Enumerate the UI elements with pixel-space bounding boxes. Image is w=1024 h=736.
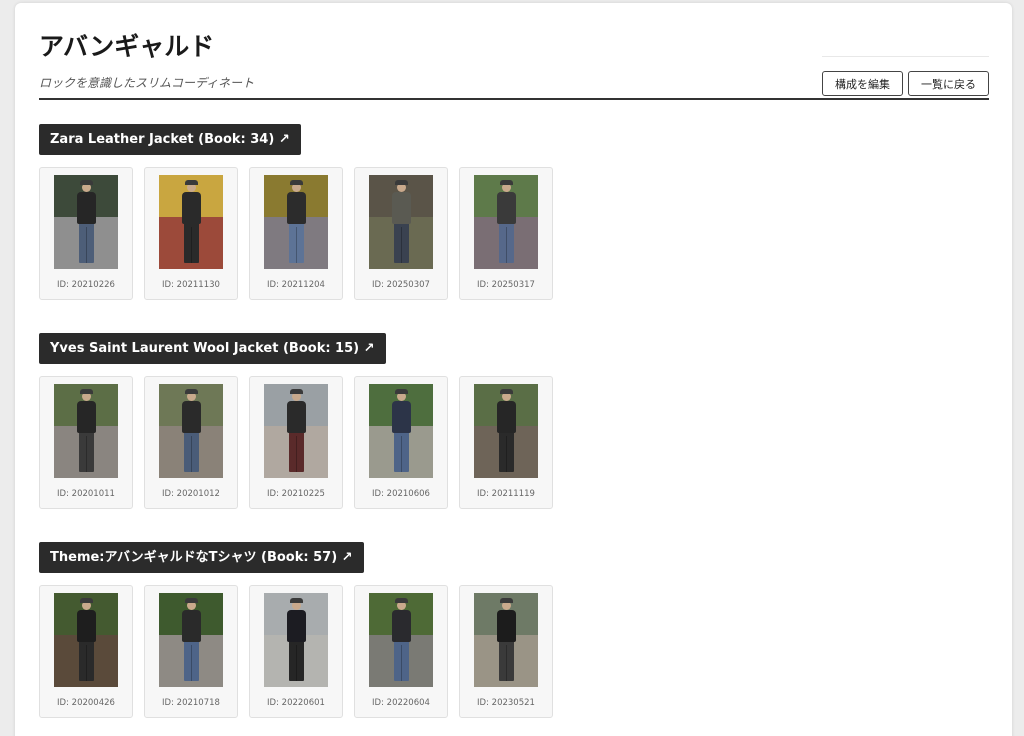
header-divider <box>822 56 989 57</box>
look-id-label: ID: 20230521 <box>477 698 535 708</box>
look-id-label: ID: 20250317 <box>477 280 535 290</box>
look-card[interactable]: ID: 20201012 <box>144 376 238 509</box>
look-id-label: ID: 20210606 <box>372 489 430 499</box>
page-subtitle: ロックを意識したスリムコーディネート <box>39 76 255 90</box>
look-id-label: ID: 20201011 <box>57 489 115 499</box>
page-header: アバンギャルド ロックを意識したスリムコーディネート 構成を編集 一覧に戻る <box>39 25 989 100</box>
look-card[interactable]: ID: 20200426 <box>39 585 133 718</box>
section-theme-avantgarde-tshirt: Theme:アバンギャルドなTシャツ (Book: 57) ↗ ID: 2020… <box>39 542 989 718</box>
outfit-photo[interactable] <box>369 593 433 687</box>
outfit-photo[interactable] <box>159 175 223 269</box>
outfit-photo[interactable] <box>474 593 538 687</box>
page-title: アバンギャルド <box>39 32 215 61</box>
look-card[interactable]: ID: 20211204 <box>249 167 343 300</box>
look-id-label: ID: 20210226 <box>57 280 115 290</box>
look-id-label: ID: 20200426 <box>57 698 115 708</box>
look-id-label: ID: 20210718 <box>162 698 220 708</box>
look-card[interactable]: ID: 20210606 <box>354 376 448 509</box>
look-id-label: ID: 20211204 <box>267 280 325 290</box>
outfit-photo[interactable] <box>369 384 433 478</box>
look-id-label: ID: 20250307 <box>372 280 430 290</box>
section-title-link[interactable]: Yves Saint Laurent Wool Jacket (Book: 15… <box>39 333 386 364</box>
outfit-photo[interactable] <box>369 175 433 269</box>
look-card[interactable]: ID: 20250317 <box>459 167 553 300</box>
look-id-label: ID: 20201012 <box>162 489 220 499</box>
look-card[interactable]: ID: 20220604 <box>354 585 448 718</box>
look-card[interactable]: ID: 20210225 <box>249 376 343 509</box>
section-zara-leather-jacket: Zara Leather Jacket (Book: 34) ↗ ID: 202… <box>39 124 989 300</box>
outfit-photo[interactable] <box>474 384 538 478</box>
look-id-label: ID: 20211130 <box>162 280 220 290</box>
outfit-photo[interactable] <box>54 384 118 478</box>
look-grid: ID: 20201011 ID: 20201012 ID: 20210225 ID: … <box>39 376 989 509</box>
outfit-photo[interactable] <box>264 593 328 687</box>
section-ysl-wool-jacket: Yves Saint Laurent Wool Jacket (Book: 15… <box>39 333 989 509</box>
back-to-list-button[interactable]: 一覧に戻る <box>908 71 989 96</box>
look-card[interactable]: ID: 20220601 <box>249 585 343 718</box>
outfit-photo[interactable] <box>264 384 328 478</box>
outfit-photo[interactable] <box>159 593 223 687</box>
look-id-label: ID: 20220601 <box>267 698 325 708</box>
look-id-label: ID: 20210225 <box>267 489 325 499</box>
look-card[interactable]: ID: 20210718 <box>144 585 238 718</box>
outfit-photo[interactable] <box>474 175 538 269</box>
look-grid: ID: 20200426 ID: 20210718 ID: 20220601 ID: … <box>39 585 989 718</box>
section-title-link[interactable]: Theme:アバンギャルドなTシャツ (Book: 57) ↗ <box>39 542 364 573</box>
outfit-photo[interactable] <box>264 175 328 269</box>
look-id-label: ID: 20220604 <box>372 698 430 708</box>
look-card[interactable]: ID: 20250307 <box>354 167 448 300</box>
look-card[interactable]: ID: 20210226 <box>39 167 133 300</box>
look-card[interactable]: ID: 20201011 <box>39 376 133 509</box>
edit-composition-button[interactable]: 構成を編集 <box>822 71 903 96</box>
outfit-photo[interactable] <box>54 593 118 687</box>
content-panel: アバンギャルド ロックを意識したスリムコーディネート 構成を編集 一覧に戻る Z… <box>15 3 1012 736</box>
look-card[interactable]: ID: 20230521 <box>459 585 553 718</box>
look-id-label: ID: 20211119 <box>477 489 535 499</box>
section-title-link[interactable]: Zara Leather Jacket (Book: 34) ↗ <box>39 124 301 155</box>
look-card[interactable]: ID: 20211130 <box>144 167 238 300</box>
look-card[interactable]: ID: 20211119 <box>459 376 553 509</box>
outfit-photo[interactable] <box>159 384 223 478</box>
outfit-photo[interactable] <box>54 175 118 269</box>
look-grid: ID: 20210226 ID: 20211130 ID: 20211204 ID: … <box>39 167 989 300</box>
